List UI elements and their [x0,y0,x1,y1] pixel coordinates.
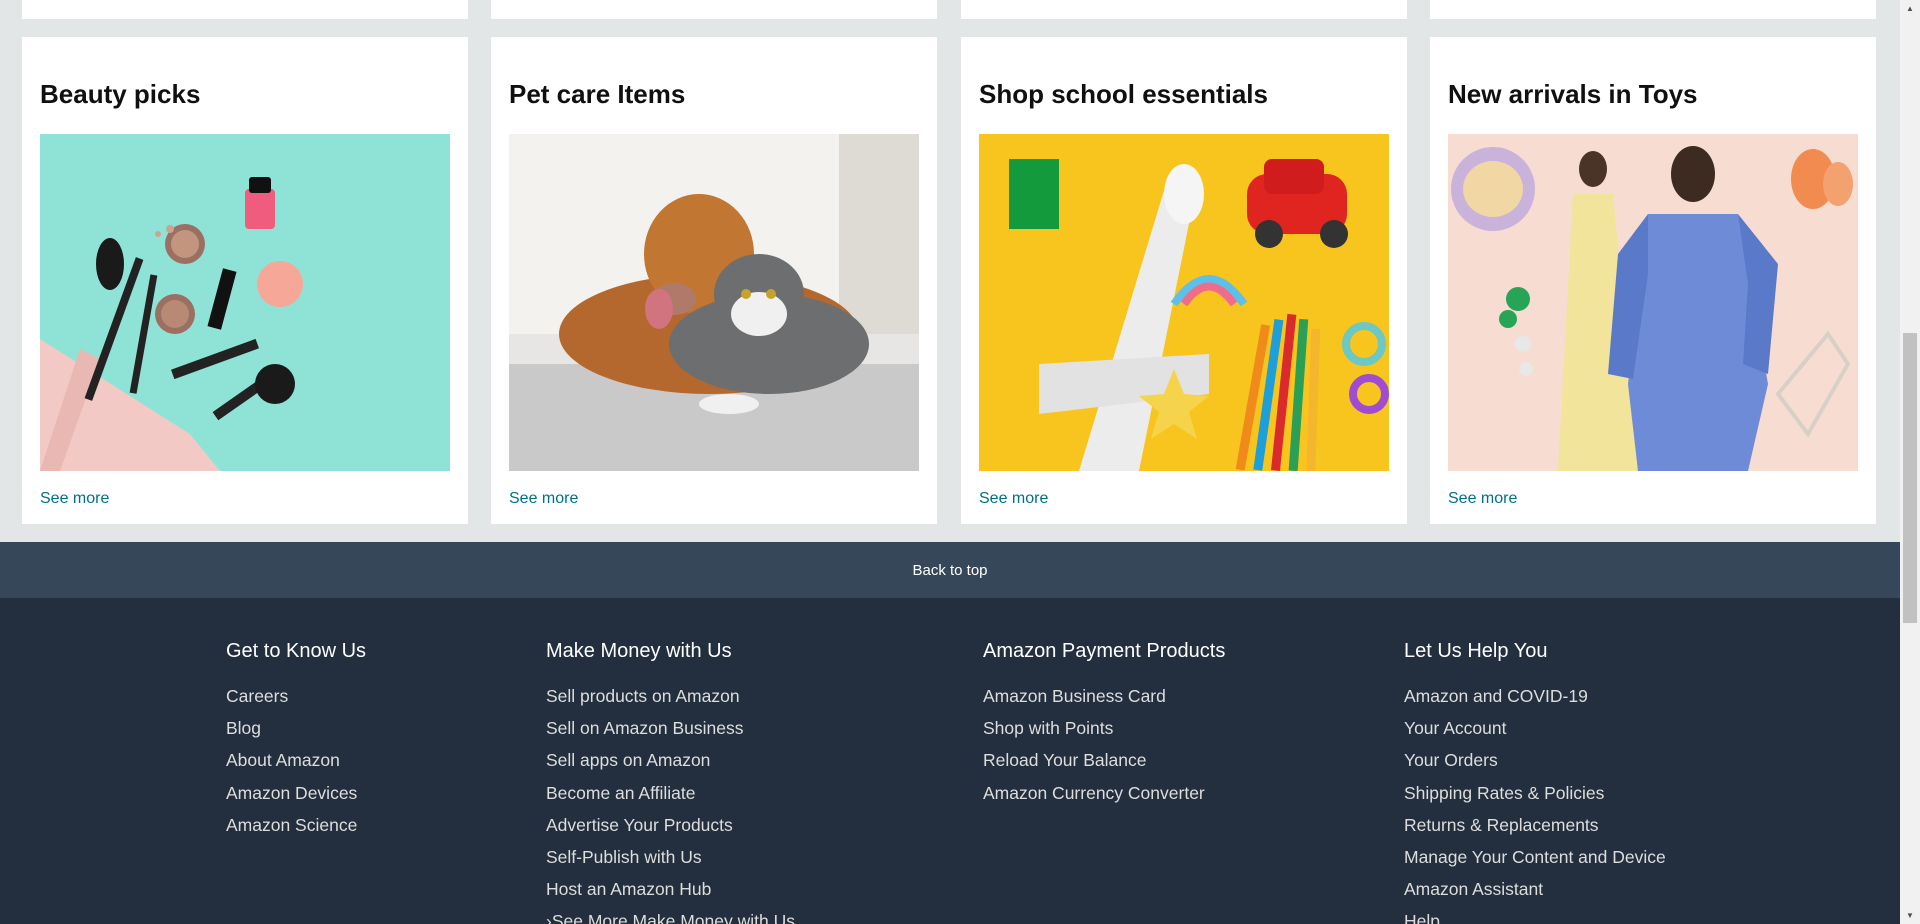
footer-link[interactable]: Become an Affiliate [546,777,795,809]
back-to-top-button[interactable]: Back to top [0,542,1900,598]
fashion-models-image[interactable] [1448,134,1858,471]
footer-link[interactable]: Shipping Rates & Policies [1404,777,1666,809]
footer-column-heading: Let Us Help You [1404,640,1548,662]
scroll-down-arrow-icon[interactable]: ▼ [1900,907,1920,924]
footer-link[interactable]: Careers [226,680,366,712]
footer-link[interactable]: Your Orders [1404,744,1666,776]
footer-link[interactable]: Self-Publish with Us [546,841,795,873]
see-more-link[interactable]: See more [509,490,578,508]
previous-card-row [0,0,1900,19]
footer-link[interactable]: Reload Your Balance [983,744,1225,776]
footer-link[interactable]: Manage Your Content and Device [1404,841,1666,873]
see-more-link[interactable]: See more [979,490,1048,508]
card-new-arrivals-toys: New arrivals in Toys See more [1430,37,1876,524]
footer-link[interactable]: Amazon Business Card [983,680,1225,712]
footer-link[interactable]: Sell on Amazon Business [546,712,795,744]
scrollbar-thumb[interactable] [1903,333,1917,623]
vertical-scrollbar[interactable]: ▲ ▼ [1900,0,1920,924]
footer-link[interactable]: Returns & Replacements [1404,809,1666,841]
card-bottom-edge [491,0,937,19]
footer-link[interactable]: About Amazon [226,744,366,776]
card-school-essentials: Shop school essentials See more [961,37,1407,524]
footer-column-make-money: Make Money with Us Sell products on Amaz… [546,640,795,924]
card-bottom-edge [22,0,468,19]
footer-link[interactable]: Amazon Assistant [1404,873,1666,905]
card-row: Beauty picks See more Pet care Items See… [0,37,1900,524]
footer-link[interactable]: Your Account [1404,712,1666,744]
footer-link[interactable]: ›See More Make Money with Us [546,905,795,924]
footer-column-payment-products: Amazon Payment Products Amazon Business … [983,640,1225,809]
footer-column-get-to-know-us: Get to Know Us Careers Blog About Amazon… [226,640,366,841]
school-toys-image[interactable] [979,134,1389,471]
footer-link[interactable]: Amazon Science [226,809,366,841]
page-viewport: Beauty picks See more Pet care Items See… [0,0,1900,924]
see-more-link[interactable]: See more [1448,490,1517,508]
footer-column-heading: Amazon Payment Products [983,640,1226,662]
card-pet-care: Pet care Items See more [491,37,937,524]
footer-link[interactable]: Amazon Currency Converter [983,777,1225,809]
card-title: Shop school essentials [979,79,1268,109]
footer-link[interactable]: Amazon Devices [226,777,366,809]
card-title: Pet care Items [509,79,686,109]
card-bottom-edge [1430,0,1876,19]
footer-link[interactable]: Shop with Points [983,712,1225,744]
footer-link[interactable]: Sell apps on Amazon [546,744,795,776]
footer-link[interactable]: Host an Amazon Hub [546,873,795,905]
dog-and-cat-image[interactable] [509,134,919,471]
see-more-link[interactable]: See more [40,490,109,508]
footer-link[interactable]: Advertise Your Products [546,809,795,841]
scroll-up-arrow-icon[interactable]: ▲ [1900,0,1920,17]
card-title: New arrivals in Toys [1448,79,1698,109]
footer-link[interactable]: Sell products on Amazon [546,680,795,712]
footer-link[interactable]: Blog [226,712,366,744]
card-title: Beauty picks [40,79,201,109]
footer-link[interactable]: Amazon and COVID-19 [1404,680,1666,712]
footer: Get to Know Us Careers Blog About Amazon… [0,598,1900,924]
card-bottom-edge [961,0,1407,19]
card-beauty-picks: Beauty picks See more [22,37,468,524]
footer-column-help: Let Us Help You Amazon and COVID-19 Your… [1404,640,1666,924]
beauty-products-image[interactable] [40,134,450,471]
footer-column-heading: Make Money with Us [546,640,732,662]
footer-link[interactable]: Help [1404,905,1666,924]
footer-column-heading: Get to Know Us [226,640,367,662]
